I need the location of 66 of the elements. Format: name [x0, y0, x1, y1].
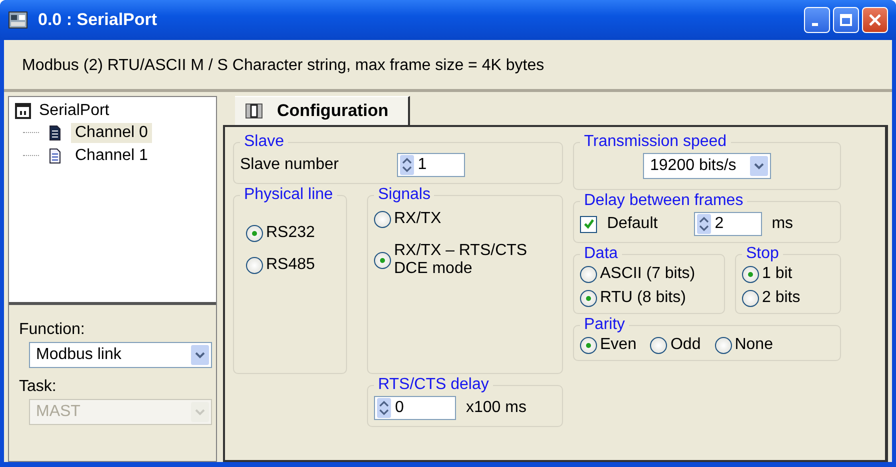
tree-item[interactable]: SerialPort	[39, 102, 110, 120]
radio-button[interactable]	[742, 290, 759, 306]
option-label[interactable]: RX/TX – RTS/CTS DCE mode	[394, 242, 556, 278]
option-label[interactable]: RS485	[266, 256, 315, 274]
radio-button[interactable]	[374, 210, 391, 228]
option-label[interactable]: RS232	[266, 224, 315, 242]
radio-button[interactable]	[580, 266, 597, 282]
group-title: Physical line	[243, 186, 334, 204]
speed-dropdown[interactable]: 19200 bits/s	[643, 153, 771, 179]
radio-button[interactable]	[246, 224, 263, 242]
group-title: Stop	[745, 245, 780, 263]
option-label[interactable]: RTU (8 bits)	[600, 289, 686, 307]
option-label[interactable]: 1 bit	[762, 265, 792, 283]
group-title: Parity	[583, 316, 626, 334]
function-dropdown[interactable]: Modbus link	[29, 342, 212, 368]
caret-icon[interactable]	[750, 156, 768, 176]
group-title: Slave	[243, 133, 286, 151]
document-icon	[49, 148, 61, 164]
group-title: Delay between frames	[583, 192, 744, 210]
option-label[interactable]: Even	[600, 336, 636, 354]
task-label: Task:	[19, 378, 58, 396]
minimize-button[interactable]	[804, 7, 830, 33]
number-spinner[interactable]: 1	[396, 153, 465, 177]
spinner-arrows-icon[interactable]	[377, 398, 391, 418]
radio-button[interactable]	[580, 336, 597, 354]
app-icon	[8, 10, 28, 30]
maximize-icon	[840, 14, 852, 26]
function-label: Function:	[19, 321, 86, 339]
spinner-arrows-icon[interactable]	[400, 155, 414, 175]
radio-button[interactable]	[742, 266, 759, 282]
unit-label: ms	[772, 215, 794, 233]
radio-button[interactable]	[714, 336, 732, 354]
radio-button[interactable]	[374, 252, 391, 268]
option-label[interactable]: Odd	[670, 336, 701, 354]
group-title: Data	[583, 245, 619, 263]
rack-icon	[15, 103, 31, 119]
close-button[interactable]	[862, 7, 888, 33]
close-icon	[869, 14, 881, 26]
group-title: Transmission speed	[583, 133, 728, 151]
window-title: 0.0 : SerialPort	[38, 10, 158, 30]
unit-label: x100 ms	[466, 399, 526, 417]
caret-icon[interactable]	[191, 345, 209, 365]
group-title: RTS/CTS delay	[377, 376, 490, 394]
option-label[interactable]: RX/TX	[394, 210, 442, 228]
checkbox-label[interactable]: Default	[607, 215, 658, 233]
checkmark-icon	[582, 218, 594, 230]
number-spinner[interactable]: 2	[694, 212, 762, 236]
tree-item[interactable]: Channel 0	[71, 122, 152, 142]
module-icon	[245, 102, 263, 120]
minimize-icon	[812, 23, 818, 26]
group-title: Signals	[377, 186, 432, 204]
radio-button[interactable]	[650, 336, 668, 354]
tab[interactable]: Configuration	[235, 96, 410, 125]
maximize-button[interactable]	[833, 7, 859, 33]
number-spinner[interactable]: 0	[374, 396, 456, 420]
option-label[interactable]: None	[734, 336, 773, 354]
option-label[interactable]: ASCII (7 bits)	[600, 265, 696, 283]
default-checkbox[interactable]	[580, 216, 597, 232]
radio-button[interactable]	[580, 290, 597, 306]
option-label[interactable]: 2 bits	[762, 289, 800, 307]
slave-number-label: Slave number	[240, 156, 339, 174]
tree-item[interactable]: Channel 1	[71, 146, 152, 166]
module-description: Modbus (2) RTU/ASCII M / S Character string, max frame size = 4K bytes	[22, 56, 544, 74]
radio-button[interactable]	[246, 256, 263, 274]
document-icon	[49, 124, 61, 140]
spinner-arrows-icon[interactable]	[696, 214, 711, 234]
